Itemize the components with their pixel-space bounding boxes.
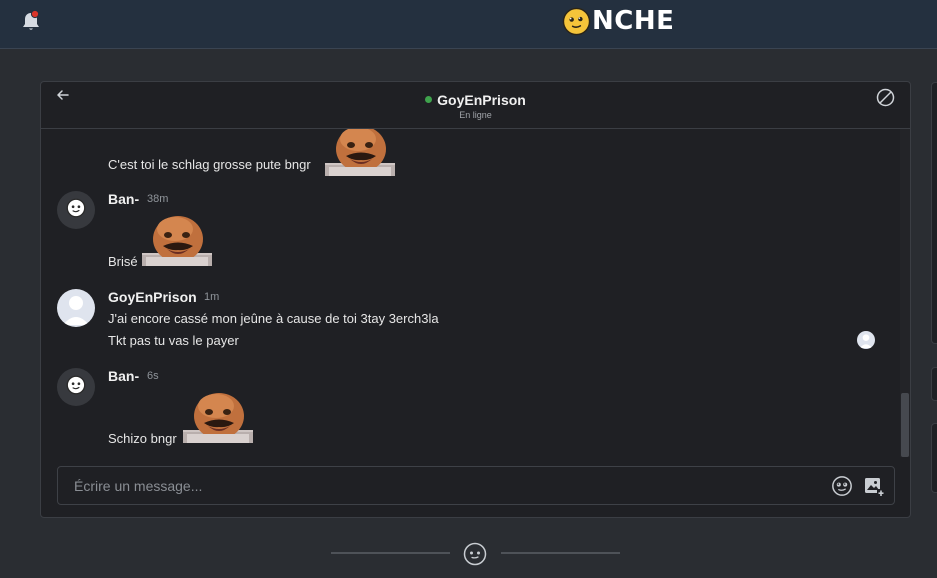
message-text: Tkt pas tu vas le payer (108, 333, 239, 348)
message-time: 38m (147, 193, 169, 205)
online-indicator (425, 96, 433, 103)
emoji-icon[interactable] (831, 475, 853, 497)
sticker-laughing-man[interactable] (142, 211, 212, 266)
sticker-laughing-man[interactable] (183, 388, 253, 443)
block-icon[interactable] (876, 88, 895, 107)
avatar[interactable] (57, 368, 95, 406)
message-text: Brisé (108, 254, 138, 269)
scrollbar-thumb[interactable] (901, 393, 909, 457)
footer-divider (331, 552, 450, 554)
chat-header: GoyEnPrison En ligne (41, 82, 910, 129)
chat-window: GoyEnPrison En ligne C'est toi le schlag… (40, 81, 911, 518)
sticker-laughing-man[interactable] (325, 129, 395, 176)
avatar[interactable] (57, 289, 95, 327)
message-time: 1m (204, 291, 220, 303)
message-text: Schizo bngr (108, 431, 177, 446)
onche-face-icon (463, 542, 487, 566)
message-text: J'ai encore cassé mon jeûne à cause de t… (108, 311, 439, 326)
contact-info: GoyEnPrison En ligne (41, 90, 910, 120)
top-navigation-bar: NCHE (0, 0, 937, 49)
avatar[interactable] (57, 191, 95, 229)
side-panel-edge (931, 367, 937, 401)
message-author[interactable]: Ban- (108, 191, 139, 207)
message-input[interactable] (58, 467, 818, 504)
logo-text: NCHE (592, 6, 675, 36)
message-time: 6s (147, 370, 159, 382)
contact-name[interactable]: GoyEnPrison (437, 92, 526, 108)
message-author[interactable]: GoyEnPrison (108, 289, 197, 305)
message-author[interactable]: Ban- (108, 368, 139, 384)
onche-face-icon (562, 7, 591, 35)
read-receipt-avatar (857, 331, 875, 349)
site-logo[interactable]: NCHE (562, 6, 674, 36)
add-image-icon[interactable] (863, 475, 885, 497)
contact-status: En ligne (459, 110, 492, 120)
message-list[interactable]: C'est toi le schlag grosse pute bngr Ban… (41, 129, 899, 457)
bell-icon[interactable] (20, 9, 42, 33)
scrollbar[interactable] (900, 129, 910, 457)
side-panel-edge (931, 423, 937, 493)
footer-divider (501, 552, 620, 554)
message-text: C'est toi le schlag grosse pute bngr (108, 157, 311, 172)
side-panel-edge (931, 82, 937, 344)
message-composer (57, 466, 895, 505)
